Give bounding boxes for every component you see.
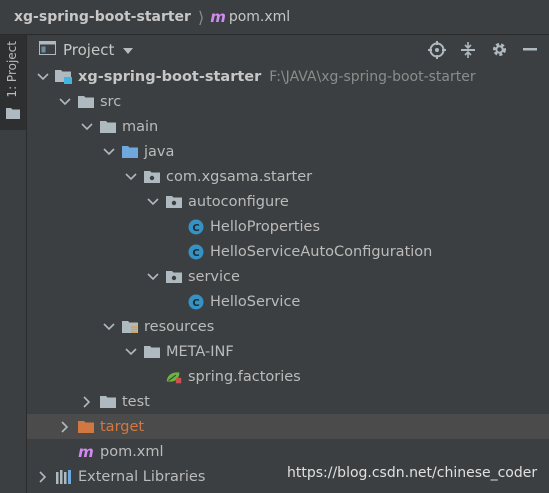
package-icon [143,169,161,185]
project-tree: xg-spring-boot-starter F:\JAVA\xg-spring-… [27,64,549,489]
tree-item-label: service [188,268,240,285]
project-tool-window-button[interactable]: 1: Project [0,35,26,130]
breadcrumb-file[interactable]: pom.xml [229,9,290,25]
folder-icon [99,119,117,135]
chevron-down-icon[interactable] [57,94,73,110]
tree-item-label: src [100,93,122,110]
tree-row[interactable]: com.xgsama.starter [27,164,549,189]
class-icon: C [187,294,205,310]
breadcrumb: xg-spring-boot-starter ⟩ m pom.xml [0,0,549,35]
tree-row[interactable]: spring.factories [27,364,549,389]
tree-item-label: HelloServiceAutoConfiguration [210,243,433,260]
tree-item-label: target [100,418,145,435]
tree-row[interactable]: service [27,264,549,289]
chevron-right-icon[interactable] [57,419,73,435]
source-root-icon [121,144,139,160]
chevron-down-icon[interactable] [123,169,139,185]
breadcrumb-project[interactable]: xg-spring-boot-starter [14,9,191,25]
tree-item-label: spring.factories [188,368,301,385]
chevron-down-icon[interactable] [145,194,161,210]
tree-item-label: main [122,118,159,135]
tree-item-label: resources [144,318,215,335]
tree-row[interactable]: java [27,139,549,164]
package-icon [165,269,183,285]
chevron-down-icon[interactable] [123,42,134,58]
chevron-down-icon[interactable] [79,119,95,135]
project-panel-header: Project [27,35,549,64]
chevron-down-icon[interactable] [101,319,117,335]
chevron-down-icon[interactable] [145,269,161,285]
tree-item-label: java [144,143,175,160]
svg-text:C: C [192,223,199,234]
gear-icon[interactable] [488,39,510,61]
tree-row[interactable]: C HelloServiceAutoConfiguration [27,239,549,264]
libraries-icon [55,469,73,485]
class-icon: C [187,219,205,235]
folder-icon [99,394,117,410]
tree-row[interactable]: xg-spring-boot-starter F:\JAVA\xg-spring-… [27,64,549,89]
tree-item-label: com.xgsama.starter [166,168,313,185]
tree-row[interactable]: src [27,89,549,114]
view-selector[interactable]: Project [63,41,114,59]
tree-row[interactable]: C HelloProperties [27,214,549,239]
folder-icon [77,94,95,110]
chevron-down-icon[interactable] [35,69,51,85]
spring-icon [165,369,183,385]
tree-item-label: autoconfigure [188,193,289,210]
module-path: F:\JAVA\xg-spring-boot-starter [269,68,476,85]
folder-icon [6,107,20,123]
tree-item-label: HelloService [210,293,301,310]
tree-item-label: pom.xml [100,443,164,460]
tree-row[interactable]: target [27,414,549,439]
hide-icon[interactable] [519,39,541,61]
tree-item-label: External Libraries [78,468,206,485]
tree-item-label: test [122,393,150,410]
package-icon [165,194,183,210]
collapse-all-icon[interactable] [457,39,479,61]
svg-text:C: C [192,248,199,259]
chevron-right-icon[interactable] [79,394,95,410]
maven-icon: m [210,8,226,26]
maven-icon: m [78,442,94,461]
chevron-down-icon[interactable] [123,344,139,360]
resources-root-icon [121,319,139,335]
project-tool-window-label: 1: Project [5,41,19,98]
chevron-right-icon[interactable] [35,469,51,485]
tree-row[interactable]: m pom.xml [27,439,549,464]
tree-item-label: HelloProperties [210,218,321,235]
excluded-folder-icon [77,419,95,435]
tree-row[interactable]: autoconfigure [27,189,549,214]
tree-row[interactable]: main [27,114,549,139]
module-folder-icon [55,69,73,85]
breadcrumb-separator-icon: ⟩ [197,7,205,27]
svg-text:C: C [192,298,199,309]
locate-icon[interactable] [426,39,448,61]
tree-item-label: META-INF [166,343,234,360]
project-view-icon [39,40,56,59]
tree-row[interactable]: test [27,389,549,414]
class-icon: C [187,244,205,260]
tree-row[interactable]: META-INF [27,339,549,364]
chevron-down-icon[interactable] [101,144,117,160]
folder-icon [143,344,161,360]
watermark: https://blog.csdn.net/chinese_coder [287,465,538,481]
tree-row[interactable]: resources [27,314,549,339]
tool-window-strip: 1: Project [0,35,27,493]
tree-row[interactable]: C HelloService [27,289,549,314]
tree-item-label: xg-spring-boot-starter [78,68,262,85]
